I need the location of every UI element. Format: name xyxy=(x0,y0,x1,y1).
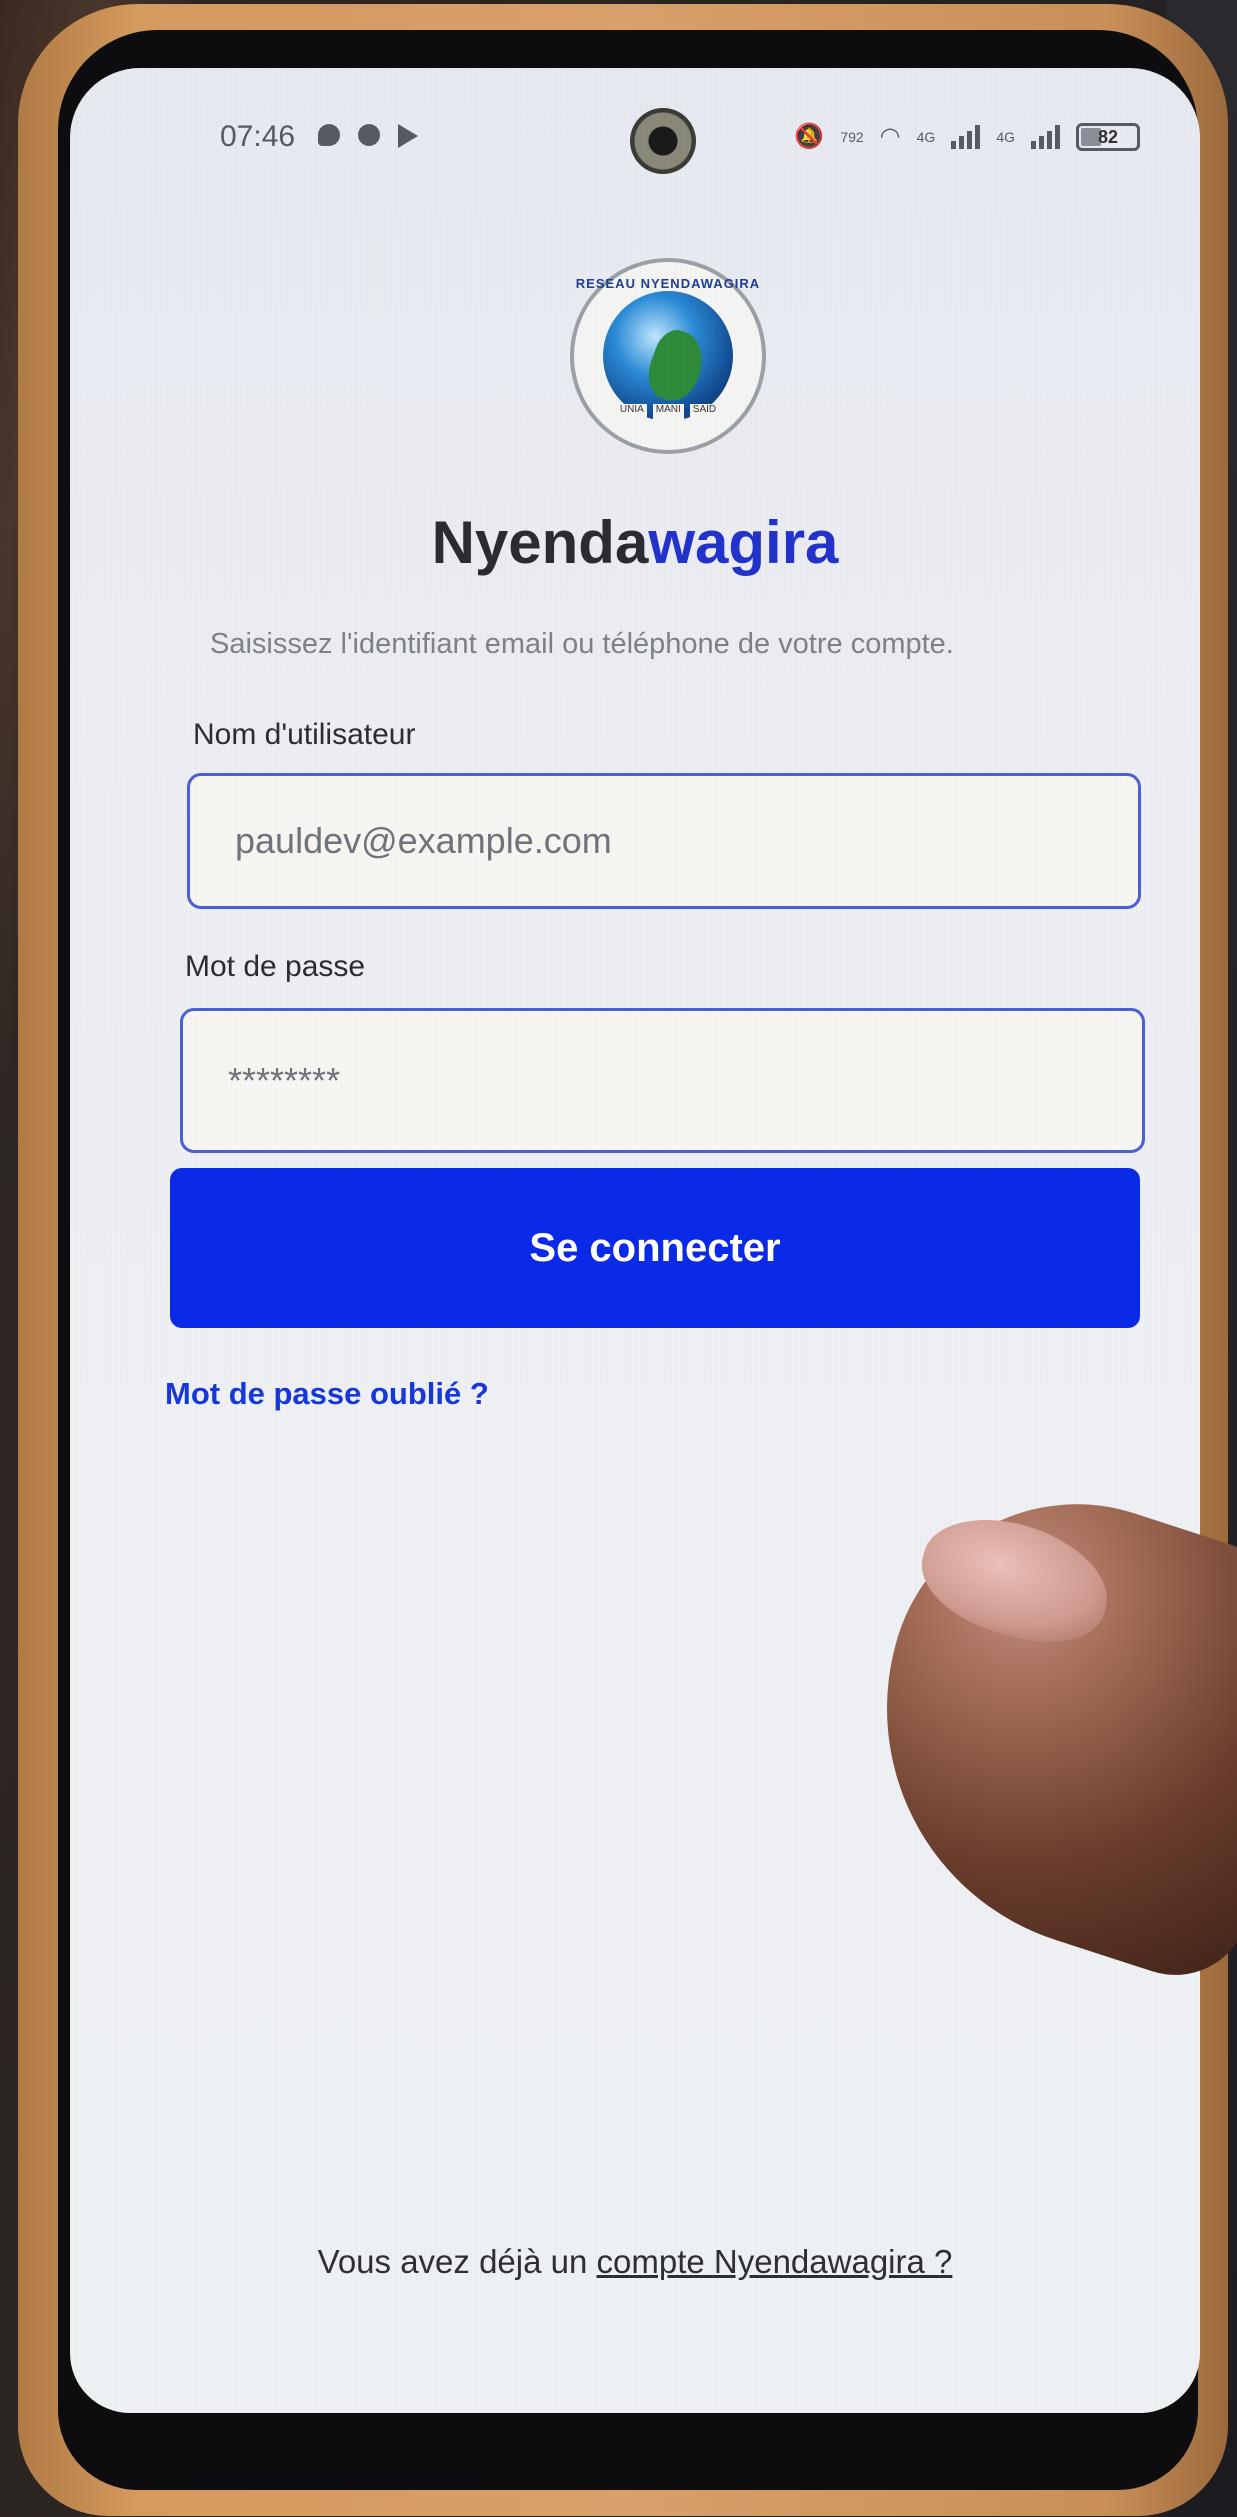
phone-screen: 07:46 🔕 792 ◠ 4G 4G 82 RESEAU NYENDAWAGI… xyxy=(70,68,1200,2413)
app-title-part1: Nyenda xyxy=(431,509,649,576)
password-input[interactable]: ******** xyxy=(180,1008,1145,1153)
username-value: pauldev@example.com xyxy=(235,820,612,861)
footer-text: Vous avez déjà un compte Nyendawagira ? xyxy=(70,2243,1200,2281)
logo-ring-text: RESEAU NYENDAWAGIRA xyxy=(575,276,761,291)
play-icon xyxy=(398,124,418,148)
globe-icon xyxy=(603,291,733,421)
footer-prefix: Vous avez déjà un xyxy=(317,2243,597,2280)
logo-banner-word: MANI xyxy=(652,404,684,424)
password-label: Mot de passe xyxy=(185,950,366,983)
password-value: ******** xyxy=(228,1059,341,1101)
forgot-password-link[interactable]: Mot de passe oublié ? xyxy=(165,1376,489,1412)
chat-icon xyxy=(318,124,340,146)
status-bar: 07:46 🔕 792 ◠ 4G 4G 82 xyxy=(70,108,1200,174)
username-label: Nom d'utilisateur xyxy=(193,718,416,751)
existing-account-link[interactable]: compte Nyendawagira ? xyxy=(597,2243,953,2280)
network-type-2: 4G xyxy=(996,128,1015,145)
wifi-icon: ◠ xyxy=(879,123,901,150)
logo-banner-word: UNIA xyxy=(616,404,647,424)
app-logo: RESEAU NYENDAWAGIRA UNIA MANI SAID xyxy=(570,258,766,454)
gear-icon xyxy=(358,124,380,146)
battery-icon: 82 xyxy=(1076,122,1140,151)
signal-icon-2 xyxy=(1031,124,1060,149)
username-input[interactable]: pauldev@example.com xyxy=(187,773,1141,909)
front-camera xyxy=(630,108,696,174)
notification-icons xyxy=(318,124,418,148)
status-time: 07:46 xyxy=(220,120,296,153)
login-button[interactable]: Se connecter xyxy=(170,1168,1140,1328)
mute-icon: 🔕 xyxy=(794,123,825,150)
signal-icon xyxy=(951,124,981,149)
logo-banner: UNIA MANI SAID xyxy=(614,404,722,424)
app-title: Nyendawagira xyxy=(70,508,1200,577)
logo-banner-word: SAID xyxy=(689,404,720,424)
data-speed: 792 xyxy=(840,128,864,145)
login-subtitle: Saisissez l'identifiant email ou télépho… xyxy=(210,628,954,660)
system-icons: 🔕 792 ◠ 4G 4G 82 xyxy=(794,122,1140,151)
battery-level: 82 xyxy=(1097,126,1119,147)
app-title-part2: wagira xyxy=(648,509,839,576)
network-type-1: 4G xyxy=(916,128,936,145)
